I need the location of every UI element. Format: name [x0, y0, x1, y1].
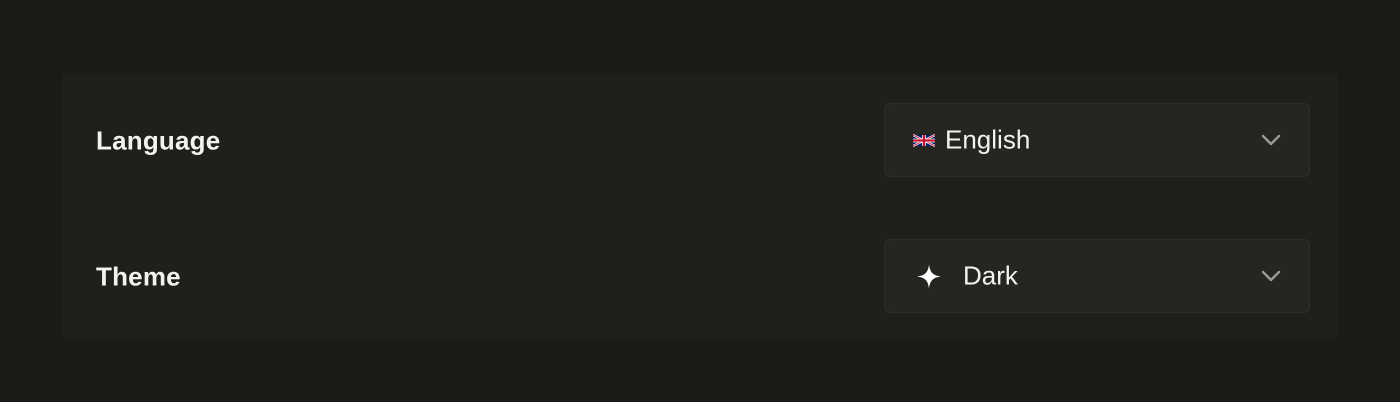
settings-page: Language English Theme Dark	[0, 0, 1400, 402]
language-selected-text: English	[945, 124, 1031, 155]
theme-setting-row: Theme Dark	[62, 239, 1338, 315]
theme-selected-text: Dark	[963, 260, 1018, 291]
language-select-value: English	[913, 125, 1030, 156]
sparkle-icon	[917, 264, 941, 288]
language-setting-row: Language English	[62, 103, 1338, 179]
settings-panel: Language English Theme Dark	[62, 73, 1338, 339]
language-label: Language	[96, 125, 221, 156]
language-select[interactable]: English	[884, 103, 1310, 177]
chevron-down-icon	[1261, 134, 1281, 146]
theme-select[interactable]: Dark	[884, 239, 1310, 313]
chevron-down-icon	[1261, 270, 1281, 282]
theme-select-value: Dark	[913, 261, 1018, 292]
uk-flag-icon	[913, 133, 935, 147]
theme-label: Theme	[96, 261, 181, 292]
